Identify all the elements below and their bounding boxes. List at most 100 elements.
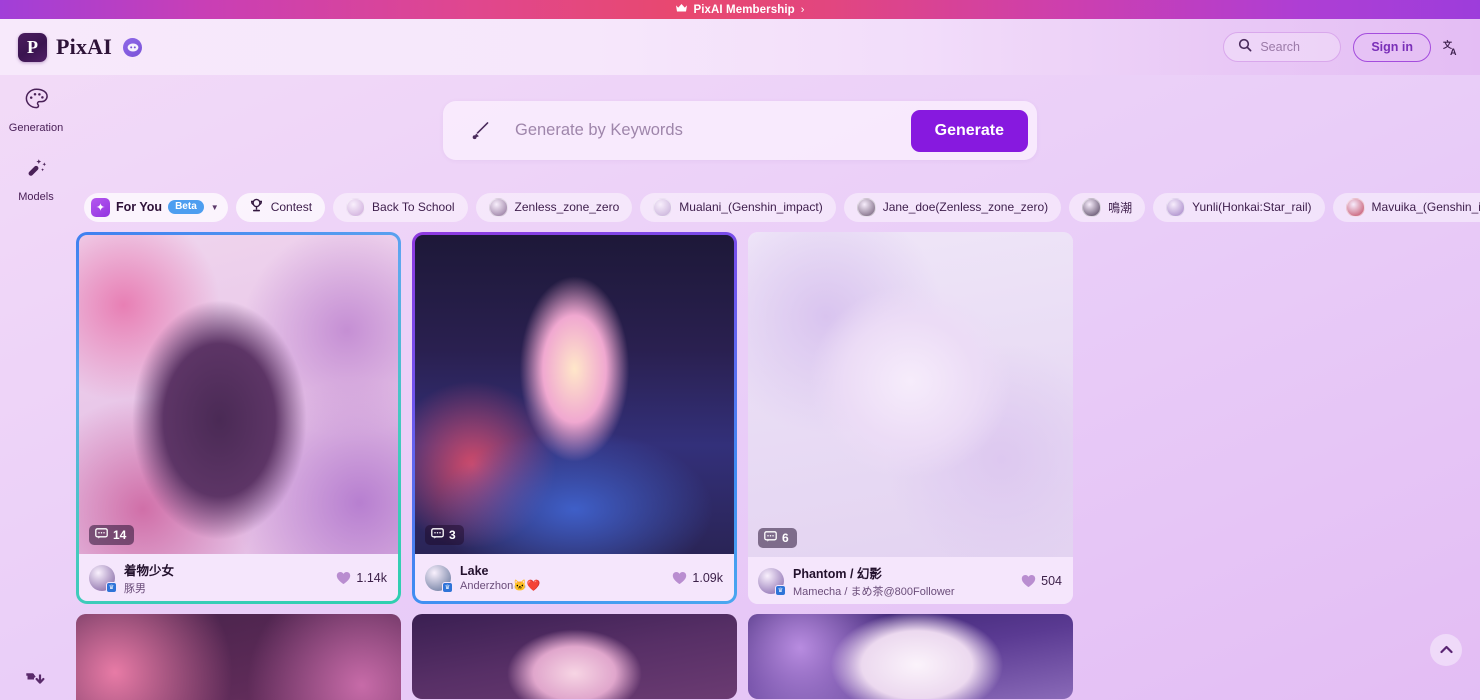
generate-bar: Generate: [443, 101, 1037, 160]
membership-label: PixAI Membership: [693, 3, 795, 16]
download-icon: [24, 667, 48, 696]
generate-keywords-input[interactable]: [501, 121, 911, 140]
chip-label: Yunli(Honkai:Star_rail): [1192, 200, 1312, 214]
left-sidebar: Generation Models: [0, 75, 72, 700]
like-count: 1.09k: [692, 570, 723, 585]
artwork-author[interactable]: Mamecha / まめ茶@800Follower: [793, 583, 1012, 599]
card-text-block: 着物少女 豚男: [124, 560, 327, 596]
artwork-card-phantom[interactable]: 6 ♛ Phantom / 幻影 Mamecha / まめ茶@800Follower 5…: [748, 232, 1073, 604]
crown-icon: [675, 3, 688, 16]
artwork-author[interactable]: Anderzhon🐱❤️: [460, 579, 663, 592]
chevron-down-icon[interactable]: ▼: [211, 203, 219, 212]
translate-icon[interactable]: 文 A: [1443, 39, 1460, 56]
discord-icon[interactable]: [123, 37, 142, 57]
artwork-thumbnail: [79, 235, 398, 554]
comment-icon: [764, 531, 777, 545]
scroll-to-top-button[interactable]: [1430, 634, 1462, 666]
membership-banner[interactable]: PixAI Membership ›: [0, 0, 1480, 19]
artwork-title: Lake: [460, 563, 489, 578]
sidebar-item-models-label: Models: [18, 191, 54, 203]
comment-count: 3: [449, 528, 456, 542]
artwork-thumbnail: [412, 614, 737, 699]
generate-button[interactable]: Generate: [910, 109, 1028, 152]
artwork-image[interactable]: 3: [415, 235, 734, 554]
chip-avatar: [1082, 197, 1102, 217]
sidebar-item-generation-label: Generation: [8, 122, 64, 134]
chip-yunli-honkai-star-rail[interactable]: Yunli(Honkai:Star_rail): [1153, 192, 1325, 222]
chip-ming-chao[interactable]: 鳴潮: [1069, 192, 1146, 222]
brush-icon[interactable]: [457, 119, 501, 143]
sidebar-download-button[interactable]: [0, 667, 72, 696]
artwork-thumbnail: [748, 232, 1073, 557]
chip-label: Back To School: [372, 200, 455, 214]
sign-in-button[interactable]: Sign in: [1353, 32, 1431, 62]
magic-wand-icon: [24, 156, 49, 186]
card-inner: [748, 614, 1073, 699]
comment-count-badge: 14: [89, 525, 135, 545]
artwork-card-kimono-girl[interactable]: 14 ♛ 着物少女豚男 1.14k: [76, 232, 401, 604]
author-avatar[interactable]: ♛: [425, 564, 453, 593]
chip-avatar: [856, 197, 876, 217]
chip-label: Mualani_(Genshin_impact): [679, 200, 823, 214]
card-footer: ♛ 着物少女豚男 1.14k: [79, 554, 398, 601]
chip-avatar: [346, 197, 366, 217]
brand-logo[interactable]: P PixAI: [18, 32, 142, 62]
artwork-image[interactable]: 14: [79, 235, 398, 554]
chip-label: Mavuika_(Genshin_impact): [1371, 200, 1480, 214]
author-avatar[interactable]: ♛: [758, 567, 786, 596]
search-input[interactable]: Search: [1223, 32, 1342, 62]
verified-badge-icon: ♛: [442, 581, 453, 593]
chip-back-to-school[interactable]: Back To School: [333, 192, 468, 222]
chip-contest[interactable]: Contest: [235, 192, 326, 222]
artwork-author[interactable]: 豚男: [124, 580, 327, 596]
like-count: 504: [1041, 573, 1062, 588]
artwork-image[interactable]: 6: [748, 232, 1073, 557]
artwork-image[interactable]: 2: [76, 614, 401, 700]
author-avatar[interactable]: ♛: [89, 564, 117, 593]
artwork-grid: 14 ♛ 着物少女豚男 1.14k 3 ♛ Lake Anderzhon🐱❤️ 1.09k 6 ♛ P…: [76, 232, 1406, 700]
chip-jane-doe-zenless-zone-zero[interactable]: Jane_doe(Zenless_zone_zero): [843, 192, 1062, 222]
chip-label: For You: [116, 200, 163, 214]
heart-icon: [1021, 574, 1036, 587]
chip-avatar: [488, 197, 508, 217]
like-group[interactable]: 1.14k: [336, 571, 387, 585]
card-inner: [412, 614, 737, 699]
card-inner: 6 ♛ Phantom / 幻影 Mamecha / まめ茶@800Follower 5…: [748, 232, 1073, 604]
chip-label: Contest: [270, 200, 313, 214]
card-inner: 2♛◈➤ ◈ ➡◈ Flower Bath﹤꙳Shikan࿐Jo꙳﹥450: [76, 614, 401, 700]
artwork-card-row2-1[interactable]: [412, 614, 737, 699]
like-group[interactable]: 1.09k: [672, 571, 723, 585]
card-footer: ♛ Lake Anderzhon🐱❤️ 1.09k: [415, 554, 734, 601]
chip-avatar: [1166, 197, 1186, 217]
comment-count: 6: [782, 531, 789, 545]
pixai-logo-mark: P: [18, 32, 47, 62]
verified-badge-icon: ♛: [106, 581, 117, 593]
chip-avatar: [1345, 197, 1365, 217]
heart-icon: [336, 571, 351, 584]
svg-text:A: A: [1450, 47, 1457, 56]
artwork-image[interactable]: [412, 614, 737, 699]
chip-mualani-genshin-impact[interactable]: Mualani_(Genshin_impact): [640, 192, 836, 222]
artwork-image[interactable]: [748, 614, 1073, 699]
sidebar-item-models[interactable]: Models: [0, 156, 72, 203]
verified-badge-icon: ♛: [775, 584, 786, 596]
artwork-card-row2-2[interactable]: [748, 614, 1073, 699]
search-icon: [1238, 38, 1252, 57]
chip-for-you[interactable]: ✦ For You Beta ▼: [84, 192, 228, 222]
artwork-title: 着物少女: [124, 563, 175, 578]
card-footer: ♛ Phantom / 幻影 Mamecha / まめ茶@800Follower 50…: [748, 557, 1073, 604]
artwork-card-lake[interactable]: 3 ♛ Lake Anderzhon🐱❤️ 1.09k: [412, 232, 737, 604]
chip-zenless-zone-zero[interactable]: Zenless_zone_zero: [475, 192, 633, 222]
sidebar-item-generation[interactable]: Generation: [0, 87, 72, 134]
chevron-right-icon: ›: [800, 3, 805, 16]
card-text-block: Lake Anderzhon🐱❤️: [460, 564, 663, 592]
comment-icon: [431, 528, 444, 542]
card-inner: 3 ♛ Lake Anderzhon🐱❤️ 1.09k: [415, 235, 734, 601]
artwork-card-flower-bath[interactable]: 2♛◈➤ ◈ ➡◈ Flower Bath﹤꙳Shikan࿐Jo꙳﹥450: [76, 614, 401, 700]
palette-icon: [24, 87, 49, 117]
comment-count-badge: 3: [425, 525, 464, 545]
chip-label: Jane_doe(Zenless_zone_zero): [882, 200, 1049, 214]
search-placeholder: Search: [1260, 40, 1300, 54]
chip-mavuika-genshin-impact[interactable]: Mavuika_(Genshin_impact): [1332, 192, 1480, 222]
like-group[interactable]: 504: [1021, 574, 1062, 588]
